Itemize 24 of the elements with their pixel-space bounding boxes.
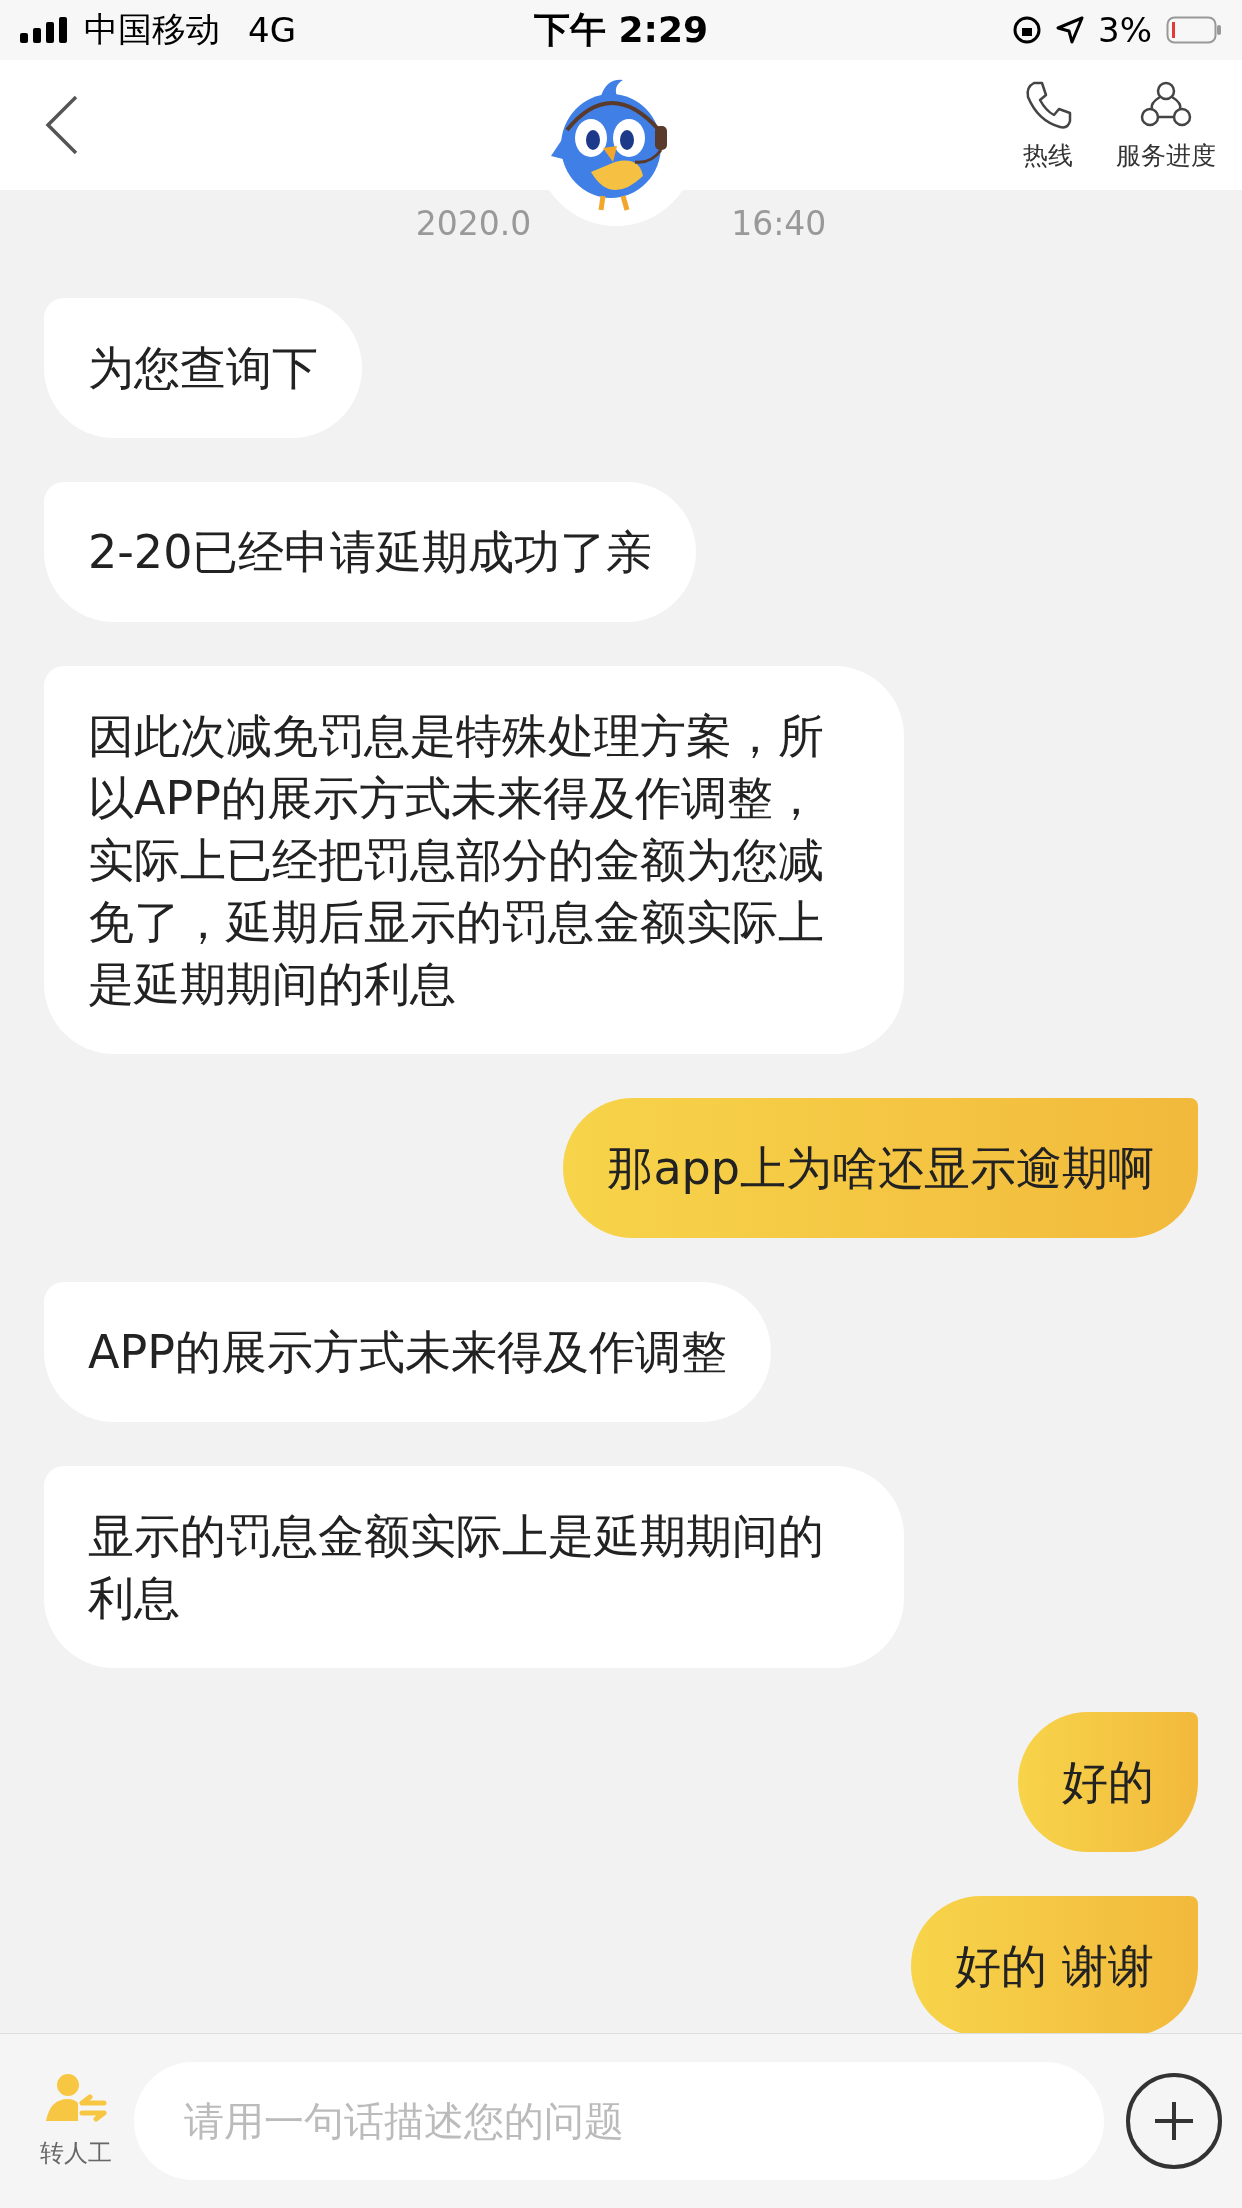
battery-percent: 3%: [1098, 10, 1152, 50]
clock-time: 下午 2:29: [533, 7, 709, 52]
network-type: 4G: [248, 10, 296, 50]
message-bubble: 显示的罚息金额实际上是延期期间的利息: [44, 1466, 904, 1668]
timestamp: 2020.0: [415, 204, 532, 245]
add-button[interactable]: [1126, 2073, 1222, 2169]
battery-icon: [1166, 16, 1222, 44]
message-bubble: 好的 谢谢: [911, 1896, 1198, 2033]
message-bubble: 2-20已经申请延期成功了亲: [44, 482, 697, 622]
signal-icon: [20, 17, 70, 43]
header-action-button[interactable]: 热线: [1016, 78, 1080, 172]
header-action-button[interactable]: 服务进度: [1110, 78, 1222, 172]
back-icon[interactable]: [44, 95, 80, 155]
carrier-name: 中国移动: [84, 8, 220, 51]
message-bubble: APP的展示方式未来得及作调整: [44, 1282, 771, 1422]
message-bubble: 好的: [1018, 1712, 1198, 1852]
message-input-field[interactable]: 请用一句话描述您的问题: [134, 2062, 1104, 2180]
message-bubble: 那app上为啥还显示逾期啊: [563, 1098, 1198, 1238]
message-bubble: 因此次减免罚息是特殊处理方案，所以APP的展示方式未来得及作调整，实际上已经把罚息部分的金额为您减免了，延期后显示的罚息金额实际上是延期期间的利息: [44, 666, 904, 1054]
timestamp: 16:40: [731, 204, 827, 245]
transfer-to-human-button[interactable]: 转人工: [40, 2073, 112, 2169]
location-icon: [1056, 16, 1085, 44]
rotation-lock-icon: [1012, 15, 1043, 45]
message-bubble: 为您查询下: [44, 298, 362, 438]
